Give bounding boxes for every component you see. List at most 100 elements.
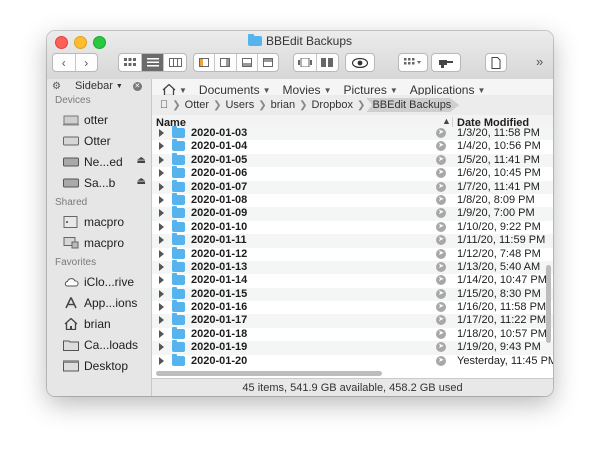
preview-top-button[interactable] (258, 54, 278, 71)
disclosure-triangle-icon[interactable] (159, 289, 164, 298)
disclosure-triangle-icon[interactable] (159, 182, 164, 191)
disclosure-triangle-icon[interactable] (159, 316, 164, 325)
go-arrow-icon[interactable]: ➤ (436, 275, 446, 286)
table-row[interactable]: 2020-01-03 ➤ 1/3/20, 11:58 PM (152, 126, 553, 141)
sidebar-item-otter-disk[interactable]: Otter (47, 130, 151, 151)
table-row[interactable]: 2020-01-08 ➤ 1/8/20, 8:09 PM (152, 192, 553, 207)
table-row[interactable]: 2020-01-04 ➤ 1/4/20, 10:56 PM (152, 139, 553, 153)
row-name: 2020-01-20 (191, 354, 248, 367)
go-arrow-icon[interactable]: ➤ (436, 128, 446, 138)
sidebar-item-external-disk-2[interactable]: Sa...b ⏏ (47, 172, 151, 193)
disclosure-triangle-icon[interactable] (159, 195, 164, 204)
eject-icon[interactable]: ⏏ (137, 176, 146, 187)
group-button[interactable] (398, 53, 428, 72)
sidebar-item-downloads[interactable]: Ca...loads (47, 334, 151, 355)
table-row[interactable]: 2020-01-13 ➤ 1/13/20, 5:40 AM (152, 259, 553, 275)
go-arrow-icon[interactable]: ➤ (436, 248, 446, 259)
preview-left-button[interactable] (194, 54, 216, 71)
table-row[interactable]: 2020-01-15 ➤ 1/15/20, 8:30 PM (152, 286, 553, 302)
new-document-button[interactable] (485, 53, 507, 72)
table-row[interactable]: 2020-01-20 ➤ Yesterday, 11:45 PM (152, 353, 553, 368)
disclosure-triangle-icon[interactable] (159, 222, 164, 231)
go-arrow-icon[interactable]: ➤ (436, 328, 446, 339)
quick-look-button[interactable] (345, 53, 375, 72)
column-view-button[interactable] (164, 54, 186, 71)
sidebar-item-desktop[interactable]: Desktop (47, 355, 151, 376)
sidebar-item-icloud-drive[interactable]: iClo...rive (47, 271, 151, 292)
table-row[interactable]: 2020-01-17 ➤ 1/17/20, 11:22 PM (152, 313, 553, 328)
breadcrumb-users[interactable]: Users (222, 99, 257, 111)
vertical-scrollbar[interactable] (546, 265, 551, 343)
back-button[interactable]: ‹ (53, 54, 76, 71)
table-row[interactable]: 2020-01-16 ➤ 1/16/20, 11:58 PM (152, 300, 553, 314)
toolbar-overflow-button[interactable]: » (536, 54, 543, 69)
go-arrow-icon[interactable]: ➤ (436, 154, 446, 165)
icon-view-button[interactable] (119, 54, 142, 71)
eject-icon[interactable]: ⏏ (137, 155, 146, 166)
table-row[interactable]: 2020-01-10 ➤ 1/10/20, 9:22 PM (152, 219, 553, 234)
disclosure-triangle-icon[interactable] (159, 249, 164, 258)
folder-icon (172, 340, 185, 353)
row-date: 1/3/20, 11:58 PM (457, 127, 540, 139)
table-row[interactable]: 2020-01-18 ➤ 1/18/20, 10:57 PM (152, 326, 553, 341)
sidebar-item-external-disk-1[interactable]: Ne...ed ⏏ (47, 151, 151, 172)
sidebar-item-home[interactable]: brian (47, 313, 151, 334)
toolbar-tool-button[interactable] (431, 53, 461, 72)
breadcrumb-brian[interactable]: brian (268, 99, 298, 111)
sidebar-item-otter-computer[interactable]: otter (47, 109, 151, 130)
preview-right-button[interactable] (215, 54, 237, 71)
go-arrow-icon[interactable]: ➤ (436, 194, 446, 205)
go-arrow-icon[interactable]: ➤ (436, 141, 446, 152)
disclosure-triangle-icon[interactable] (159, 142, 164, 151)
go-arrow-icon[interactable]: ➤ (436, 315, 446, 326)
disclosure-triangle-icon[interactable] (159, 129, 164, 137)
sidebar-item-macpro-display[interactable]: macpro (47, 232, 151, 253)
close-sidebar-icon[interactable]: ✕ (132, 81, 142, 91)
horizontal-scrollbar[interactable] (156, 371, 382, 376)
breadcrumb-current[interactable]: BBEdit Backups (366, 98, 460, 112)
go-arrow-icon[interactable]: ➤ (436, 181, 446, 192)
apple-icon[interactable]:  (152, 99, 171, 111)
table-row[interactable]: 2020-01-06 ➤ 1/6/20, 10:45 PM (152, 166, 553, 180)
go-arrow-icon[interactable]: ➤ (436, 355, 446, 366)
disclosure-triangle-icon[interactable] (159, 303, 164, 312)
preview-bottom-button[interactable] (237, 54, 258, 71)
gallery-button[interactable] (317, 54, 339, 71)
table-row[interactable]: 2020-01-14 ➤ 1/14/20, 10:47 PM (152, 273, 553, 287)
go-arrow-icon[interactable]: ➤ (436, 235, 446, 246)
disclosure-triangle-icon[interactable] (159, 236, 164, 245)
gear-icon[interactable]: ⚙ (52, 81, 61, 92)
table-row[interactable]: 2020-01-07 ➤ 1/7/20, 11:41 PM (152, 179, 553, 194)
disclosure-triangle-icon[interactable] (159, 169, 164, 178)
table-row[interactable]: 2020-01-19 ➤ 1/19/20, 9:43 PM (152, 340, 553, 355)
disclosure-triangle-icon[interactable] (159, 276, 164, 285)
forward-button[interactable]: › (76, 54, 98, 71)
table-row[interactable]: 2020-01-12 ➤ 1/12/20, 7:48 PM (152, 246, 553, 261)
disclosure-triangle-icon[interactable] (159, 343, 164, 352)
go-arrow-icon[interactable]: ➤ (436, 208, 446, 219)
breadcrumb-otter[interactable]: Otter (182, 99, 212, 111)
cover-flow-button[interactable] (294, 54, 317, 71)
disclosure-triangle-icon[interactable] (159, 329, 164, 338)
go-arrow-icon[interactable]: ➤ (436, 261, 446, 272)
go-arrow-icon[interactable]: ➤ (436, 342, 446, 353)
breadcrumb-dropbox[interactable]: Dropbox (308, 99, 356, 111)
list-view-button[interactable] (141, 54, 165, 71)
folder-icon (63, 340, 79, 351)
table-row[interactable]: 2020-01-05 ➤ 1/5/20, 11:41 PM (152, 152, 553, 168)
go-arrow-icon[interactable]: ➤ (436, 302, 446, 313)
sidebar-item-macpro-server[interactable]: macpro (47, 211, 151, 232)
go-arrow-icon[interactable]: ➤ (436, 221, 446, 232)
table-row[interactable]: 2020-01-11 ➤ 1/11/20, 11:59 PM (152, 233, 553, 248)
disclosure-triangle-icon[interactable] (159, 262, 164, 271)
sidebar-item-applications[interactable]: App...ions (47, 292, 151, 313)
go-arrow-icon[interactable]: ➤ (436, 168, 446, 179)
go-arrow-icon[interactable]: ➤ (436, 288, 446, 299)
disclosure-triangle-icon[interactable] (159, 356, 164, 365)
disclosure-triangle-icon[interactable] (159, 209, 164, 218)
disclosure-triangle-icon[interactable] (159, 155, 164, 164)
folder-icon (172, 300, 185, 313)
sidebar-title[interactable]: Sidebar (75, 80, 113, 92)
row-name: 2020-01-19 (191, 341, 248, 354)
table-row[interactable]: 2020-01-09 ➤ 1/9/20, 7:00 PM (152, 206, 553, 221)
